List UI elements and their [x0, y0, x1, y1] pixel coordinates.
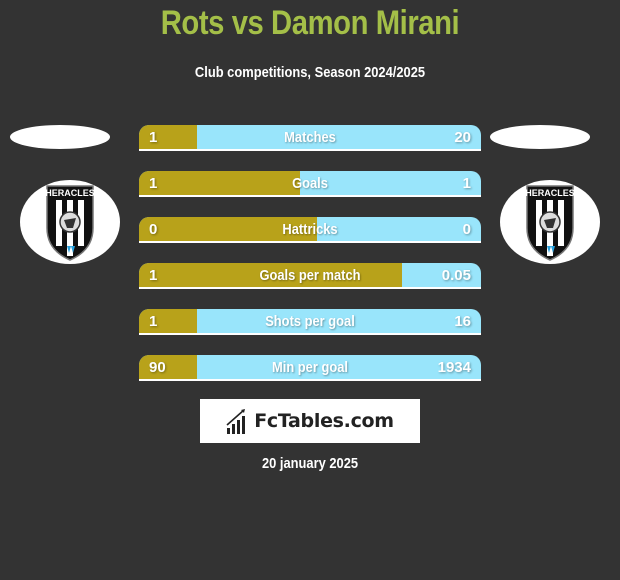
stat-label: Goals [292, 175, 328, 192]
right-value: 1934 [437, 359, 471, 376]
stat-label: Min per goal [272, 359, 348, 376]
fctables-logo-link[interactable]: FcTables.com [200, 399, 420, 443]
stat-label: Hattricks [282, 221, 338, 238]
report-date: 20 january 2025 [261, 455, 359, 472]
stat-row-shots-per-goal: Shots per goal 1 16 [139, 309, 481, 335]
heracles-crest-icon: HERACLES [45, 185, 95, 261]
right-value: 0.05 [441, 267, 471, 284]
left-value: 90 [149, 359, 166, 376]
page-title: Rots vs Damon Mirani [160, 4, 460, 42]
right-player-placeholder [490, 125, 590, 149]
right-value: 0 [462, 221, 471, 238]
left-value: 1 [149, 129, 158, 146]
heracles-crest-icon: HERACLES [525, 185, 575, 261]
stat-row-goals-per-match: Goals per match 1 0.05 [139, 263, 481, 289]
svg-text:HERACLES: HERACLES [45, 188, 95, 198]
bar-chart-icon [226, 409, 246, 434]
stat-row-goals: Goals 1 1 [139, 171, 481, 197]
svg-text:HERACLES: HERACLES [525, 188, 575, 198]
left-team-badge[interactable]: HERACLES [20, 180, 120, 264]
stat-row-matches: Matches 1 20 [139, 125, 481, 151]
right-value: 20 [454, 129, 471, 146]
left-value: 1 [149, 313, 158, 330]
stat-label: Shots per goal [265, 313, 355, 330]
stat-label: Matches [284, 129, 336, 146]
left-value: 0 [149, 221, 158, 238]
left-player-placeholder [10, 125, 110, 149]
stat-label: Goals per match [259, 267, 361, 284]
right-team-badge[interactable]: HERACLES [500, 180, 600, 264]
stat-row-hattricks: Hattricks 0 0 [139, 217, 481, 243]
brand-name: FcTables.com [254, 410, 394, 432]
right-value: 16 [454, 313, 471, 330]
page-subtitle: Club competitions, Season 2024/2025 [194, 64, 426, 81]
left-value: 1 [149, 175, 158, 192]
left-value: 1 [149, 267, 158, 284]
stat-row-min-per-goal: Min per goal 90 1934 [139, 355, 481, 381]
right-value: 1 [462, 175, 471, 192]
